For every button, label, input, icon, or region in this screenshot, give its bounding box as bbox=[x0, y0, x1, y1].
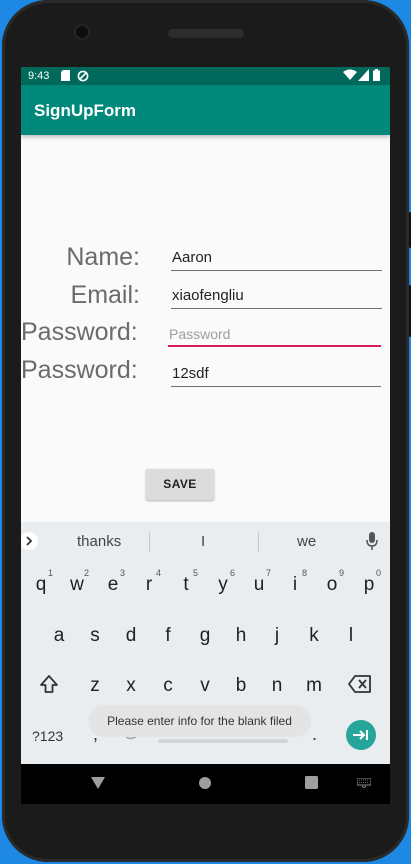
key-l[interactable]: l bbox=[333, 625, 369, 647]
key-w[interactable]: w2 bbox=[59, 568, 95, 596]
key-hint: 6 bbox=[229, 568, 235, 578]
space-key[interactable] bbox=[158, 739, 288, 743]
confirm-password-value: 12sdf bbox=[172, 365, 209, 382]
key-a[interactable]: a bbox=[41, 625, 77, 647]
name-label: Name: bbox=[66, 243, 140, 271]
suggestion-3[interactable]: we bbox=[297, 533, 316, 550]
app-bar: SignUpForm bbox=[21, 85, 390, 135]
toast-message: Please enter info for the blank filed bbox=[88, 705, 311, 737]
key-s[interactable]: s bbox=[77, 625, 113, 647]
key-hint: 2 bbox=[83, 568, 89, 578]
key-o[interactable]: o9 bbox=[314, 568, 350, 596]
key-b[interactable]: b bbox=[223, 675, 259, 697]
chevron-right-icon[interactable] bbox=[21, 531, 39, 551]
key-v[interactable]: v bbox=[187, 675, 223, 697]
app-title: SignUpForm bbox=[34, 101, 136, 120]
key-label: o bbox=[326, 574, 338, 595]
key-label: i bbox=[292, 574, 298, 595]
key-z[interactable]: z bbox=[77, 675, 113, 697]
key-hint: 9 bbox=[338, 568, 344, 578]
key-i[interactable]: i8 bbox=[277, 568, 313, 596]
earpiece-speaker bbox=[168, 29, 244, 38]
key-f[interactable]: f bbox=[150, 625, 186, 647]
blocked-icon bbox=[77, 70, 89, 82]
key-label: q bbox=[35, 574, 47, 595]
password-underline bbox=[168, 345, 381, 347]
name-value: Aaron bbox=[172, 249, 213, 266]
email-field[interactable]: xiaofengliu bbox=[171, 281, 382, 309]
back-icon[interactable] bbox=[90, 776, 106, 790]
email-label: Email: bbox=[70, 281, 140, 309]
microphone-icon[interactable] bbox=[366, 532, 378, 550]
signal-icon bbox=[358, 69, 369, 81]
key-hint: 0 bbox=[375, 568, 381, 578]
key-hint: 8 bbox=[301, 568, 307, 578]
password-field[interactable]: Password bbox=[168, 319, 381, 347]
key-t[interactable]: t5 bbox=[168, 568, 204, 596]
sim-card-icon bbox=[61, 70, 70, 81]
key-d[interactable]: d bbox=[113, 625, 149, 647]
key-hint: 5 bbox=[192, 568, 198, 578]
key-r[interactable]: r4 bbox=[131, 568, 167, 596]
key-label: u bbox=[253, 574, 265, 595]
key-h[interactable]: h bbox=[223, 625, 259, 647]
key-c[interactable]: c bbox=[150, 675, 186, 697]
navigation-bar bbox=[21, 764, 390, 804]
wifi-icon bbox=[343, 69, 357, 80]
enter-icon bbox=[353, 730, 368, 740]
key-label: w bbox=[70, 574, 84, 595]
email-value: xiaofengliu bbox=[172, 287, 244, 304]
symbols-key[interactable]: ?123 bbox=[32, 728, 63, 744]
key-hint: 7 bbox=[265, 568, 271, 578]
key-x[interactable]: x bbox=[113, 675, 149, 697]
status-time: 9:43 bbox=[28, 70, 50, 82]
key-j[interactable]: j bbox=[259, 625, 295, 647]
status-bar: 9:43 bbox=[21, 67, 390, 85]
key-label: t bbox=[183, 574, 189, 595]
key-e[interactable]: e3 bbox=[95, 568, 131, 596]
password-label: Password: bbox=[21, 318, 138, 346]
phone-frame: 9:43 SignUpForm Name: Aaron Email: xiaof… bbox=[2, 0, 411, 862]
key-hint: 1 bbox=[47, 568, 53, 578]
email-underline bbox=[171, 308, 382, 309]
enter-key[interactable] bbox=[346, 720, 376, 750]
suggestion-divider bbox=[149, 532, 150, 552]
home-icon[interactable] bbox=[198, 776, 212, 790]
suggestion-divider bbox=[258, 532, 259, 552]
screen: 9:43 SignUpForm Name: Aaron Email: xiaof… bbox=[21, 67, 390, 804]
confirm-password-field[interactable]: 12sdf bbox=[171, 359, 381, 387]
confirm-password-label: Password: bbox=[21, 356, 138, 384]
suggestion-bar: thanks I we bbox=[21, 522, 390, 560]
key-label: e bbox=[107, 574, 119, 595]
key-k[interactable]: k bbox=[296, 625, 332, 647]
key-n[interactable]: n bbox=[259, 675, 295, 697]
key-p[interactable]: p0 bbox=[351, 568, 387, 596]
suggestion-2[interactable]: I bbox=[201, 533, 205, 550]
keyboard-switch-icon[interactable] bbox=[357, 778, 371, 788]
key-y[interactable]: y6 bbox=[205, 568, 241, 596]
name-field[interactable]: Aaron bbox=[171, 243, 382, 271]
confirm-password-underline bbox=[171, 386, 381, 387]
key-g[interactable]: g bbox=[187, 625, 223, 647]
battery-icon bbox=[373, 69, 380, 81]
password-placeholder: Password bbox=[169, 326, 231, 342]
key-label: y bbox=[218, 574, 228, 595]
backspace-icon[interactable] bbox=[348, 675, 372, 693]
name-underline bbox=[171, 270, 382, 271]
key-label: p bbox=[363, 574, 375, 595]
period-key[interactable]: . bbox=[312, 724, 317, 745]
key-q[interactable]: q1 bbox=[23, 568, 59, 596]
recents-icon[interactable] bbox=[305, 776, 318, 789]
key-u[interactable]: u7 bbox=[241, 568, 277, 596]
key-hint: 4 bbox=[155, 568, 161, 578]
key-label: r bbox=[145, 574, 153, 595]
key-hint: 3 bbox=[119, 568, 125, 578]
key-m[interactable]: m bbox=[296, 675, 332, 697]
shift-icon[interactable] bbox=[39, 674, 59, 694]
front-camera bbox=[76, 26, 88, 38]
save-button[interactable]: SAVE bbox=[146, 469, 214, 500]
suggestion-1[interactable]: thanks bbox=[77, 533, 121, 550]
